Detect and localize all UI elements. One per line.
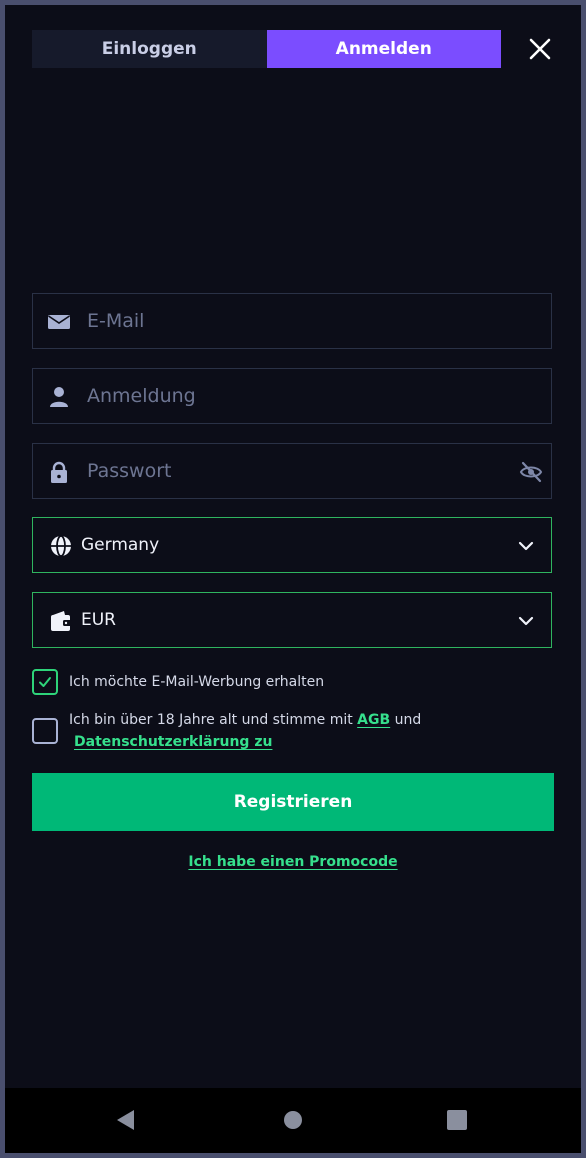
lock-icon <box>47 460 71 484</box>
check-icon <box>39 677 51 687</box>
email-input[interactable] <box>87 294 507 348</box>
terms-and: und <box>394 712 422 728</box>
promo-code-link[interactable]: Ich habe einen Promocode <box>188 854 397 870</box>
terms-text: Ich bin über 18 Jahre alt und stimme mit… <box>69 709 421 753</box>
globe-icon <box>49 534 73 558</box>
chevron-down-icon <box>517 612 535 630</box>
currency-value: EUR <box>81 610 116 630</box>
mail-icon <box>47 310 71 334</box>
back-icon[interactable] <box>114 1108 138 1132</box>
email-field[interactable] <box>32 293 552 349</box>
terms-label: Ich bin über 18 Jahre alt und stimme mit <box>69 712 353 728</box>
wallet-icon <box>49 609 73 633</box>
agb-link[interactable]: AGB <box>357 712 390 728</box>
chevron-down-icon <box>517 537 535 555</box>
country-select[interactable]: Germany <box>32 517 552 573</box>
register-button[interactable]: Registrieren <box>32 773 554 831</box>
user-icon <box>47 385 71 409</box>
auth-tabs: Einloggen Anmelden <box>32 30 501 68</box>
recents-icon[interactable] <box>445 1108 469 1132</box>
home-icon[interactable] <box>281 1108 305 1132</box>
username-field[interactable] <box>32 368 552 424</box>
promo-row: Ich habe einen Promocode <box>5 854 581 870</box>
email-ads-checkbox[interactable] <box>32 669 58 695</box>
username-input[interactable] <box>87 369 507 423</box>
currency-select[interactable]: EUR <box>32 592 552 648</box>
tab-register[interactable]: Anmelden <box>266 30 501 68</box>
app-screen: Einloggen Anmelden Germany <box>5 5 581 1153</box>
password-field[interactable] <box>32 443 552 499</box>
password-input[interactable] <box>87 444 507 498</box>
country-value: Germany <box>81 535 160 555</box>
email-ads-label: Ich möchte E-Mail-Werbung erhalten <box>69 674 325 690</box>
eye-off-icon[interactable] <box>519 460 543 484</box>
terms-consent: Ich bin über 18 Jahre alt und stimme mit… <box>32 709 421 753</box>
tab-login[interactable]: Einloggen <box>32 30 267 68</box>
email-ads-consent: Ich möchte E-Mail-Werbung erhalten <box>32 669 324 695</box>
system-nav-bar <box>5 1088 581 1153</box>
terms-checkbox[interactable] <box>32 718 58 744</box>
privacy-link[interactable]: Datenschutzerklärung zu <box>74 734 272 750</box>
close-icon[interactable] <box>526 35 554 63</box>
